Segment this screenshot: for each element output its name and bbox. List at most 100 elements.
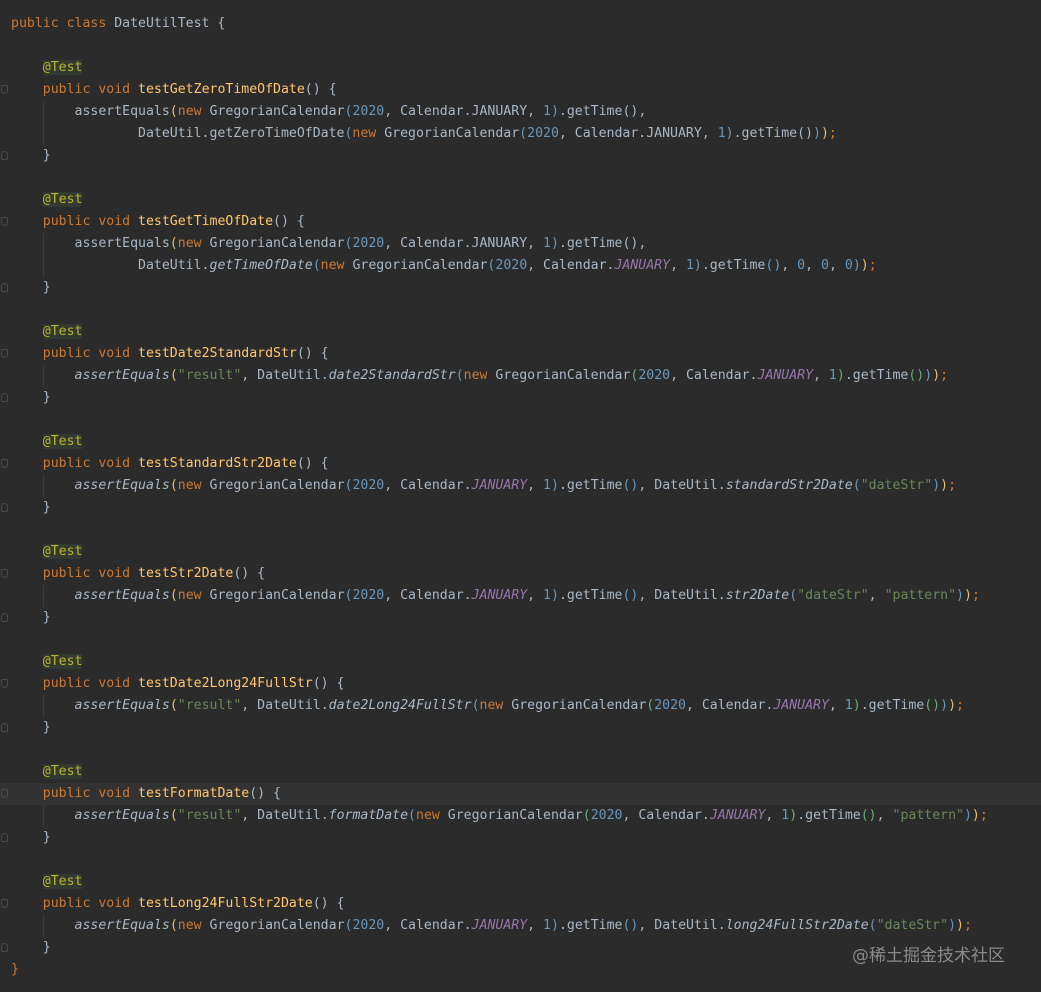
fold-toggle-icon[interactable]	[1, 503, 8, 512]
code-token-string: "result"	[177, 808, 242, 823]
fold-toggle-icon[interactable]	[1, 833, 8, 842]
code-line[interactable]: assertEquals(new GregorianCalendar(2020,…	[0, 915, 1041, 937]
code-token-string: "dateStr"	[797, 588, 869, 603]
fold-toggle-icon[interactable]	[1, 789, 8, 798]
code-line[interactable]	[0, 519, 1041, 541]
code-token-static-method: assertEquals	[74, 808, 170, 823]
code-line[interactable]: @Test	[0, 761, 1041, 783]
code-token-plain: , Calendar.	[527, 258, 615, 273]
code-token-paren2: )	[551, 918, 559, 933]
fold-toggle-icon[interactable]	[1, 723, 8, 732]
code-token-paren2: (	[471, 698, 480, 713]
code-token-keyword: new	[177, 236, 210, 251]
code-token-plain: GregorianCalendar	[209, 236, 345, 251]
code-text: public void testFormatDate() {	[11, 783, 281, 805]
code-line[interactable]	[0, 167, 1041, 189]
code-line[interactable]: DateUtil.getTimeOfDate(new GregorianCale…	[0, 255, 1041, 277]
code-token-plain: () {	[249, 786, 281, 801]
code-line[interactable]: @Test	[0, 871, 1041, 893]
code-line[interactable]	[0, 409, 1041, 431]
code-token-plain: ,	[828, 258, 845, 273]
code-token-plain: ,	[805, 258, 822, 273]
code-token-plain: , DateUtil.	[241, 808, 329, 823]
code-line[interactable]: assertEquals(new GregorianCalendar(2020,…	[0, 101, 1041, 123]
code-line[interactable]	[0, 739, 1041, 761]
code-text: }	[11, 145, 51, 167]
code-line[interactable]: assertEquals("result", DateUtil.date2Sta…	[0, 365, 1041, 387]
code-line[interactable]: @Test	[0, 321, 1041, 343]
code-line[interactable]: public void testGetTimeOfDate() {	[0, 211, 1041, 233]
fold-toggle-icon[interactable]	[1, 393, 8, 402]
code-line[interactable]: }	[0, 827, 1041, 849]
code-line[interactable]: assertEquals("result", DateUtil.date2Lon…	[0, 695, 1041, 717]
code-text: public class DateUtilTest {	[11, 13, 225, 35]
code-token-whitespace	[11, 896, 43, 911]
code-token-whitespace	[11, 214, 43, 229]
code-line[interactable]	[0, 849, 1041, 871]
code-line[interactable]: public class DateUtilTest {	[0, 13, 1041, 35]
code-line[interactable]: @Test	[0, 431, 1041, 453]
code-token-paren2: )	[852, 258, 861, 273]
fold-toggle-icon[interactable]	[1, 459, 8, 468]
code-token-paren3: ()	[860, 808, 877, 823]
code-token-plain: .getTime()	[733, 126, 813, 141]
code-line[interactable]: public void testDate2Long24FullStr() {	[0, 673, 1041, 695]
code-line[interactable]: public void testLong24FullStr2Date() {	[0, 893, 1041, 915]
code-token-plain: GregorianCalendar	[209, 104, 345, 119]
code-line[interactable]: assertEquals("result", DateUtil.formatDa…	[0, 805, 1041, 827]
code-token-keyword: public void	[42, 82, 139, 97]
fold-toggle-icon[interactable]	[1, 943, 8, 952]
code-line[interactable]: public void testStandardStr2Date() {	[0, 453, 1041, 475]
fold-toggle-icon[interactable]	[1, 283, 8, 292]
code-line[interactable]	[0, 299, 1041, 321]
code-token-plain: assertEquals	[11, 236, 170, 251]
code-line[interactable]: @Test	[0, 541, 1041, 563]
fold-toggle-icon[interactable]	[1, 217, 8, 226]
code-token-paren1: (	[169, 104, 178, 119]
code-token-plain: ,	[765, 808, 782, 823]
fold-toggle-icon[interactable]	[1, 899, 8, 908]
code-token-plain: }	[11, 280, 51, 295]
code-line[interactable]: public void testStr2Date() {	[0, 563, 1041, 585]
fold-toggle-icon[interactable]	[1, 569, 8, 578]
code-token-paren1: )	[963, 588, 972, 603]
code-line[interactable]: assertEquals(new GregorianCalendar(2020,…	[0, 475, 1041, 497]
code-line[interactable]	[0, 35, 1041, 57]
code-text: assertEquals("result", DateUtil.formatDa…	[11, 805, 988, 827]
code-text: }	[11, 277, 51, 299]
code-line[interactable]	[0, 629, 1041, 651]
code-line[interactable]: }	[0, 145, 1041, 167]
fold-toggle-icon[interactable]	[1, 85, 8, 94]
code-line[interactable]: public void testFormatDate() {	[0, 783, 1041, 805]
code-line[interactable]: assertEquals(new GregorianCalendar(2020,…	[0, 233, 1041, 255]
indent-guide	[43, 695, 44, 717]
code-line[interactable]: public void testGetZeroTimeOfDate() {	[0, 79, 1041, 101]
code-line[interactable]: }	[0, 607, 1041, 629]
code-editor[interactable]: public class DateUtilTest { @Test public…	[0, 0, 1041, 992]
code-token-annotation: @Test	[42, 324, 83, 339]
code-token-plain: , Calendar.JANUARY,	[384, 104, 544, 119]
fold-toggle-icon[interactable]	[1, 613, 8, 622]
code-line[interactable]: assertEquals(new GregorianCalendar(2020,…	[0, 585, 1041, 607]
fold-toggle-icon[interactable]	[1, 679, 8, 688]
code-token-static-method: date2Long24FullStr	[328, 698, 472, 713]
code-line[interactable]: }	[0, 277, 1041, 299]
code-token-paren2: )	[963, 808, 972, 823]
fold-toggle-icon[interactable]	[1, 349, 8, 358]
code-token-plain: ,	[670, 258, 686, 273]
code-line[interactable]: @Test	[0, 651, 1041, 673]
fold-toggle-icon[interactable]	[1, 151, 8, 160]
code-line[interactable]: }	[0, 497, 1041, 519]
code-line[interactable]: @Test	[0, 189, 1041, 211]
code-token-paren2: )	[550, 104, 559, 119]
code-line[interactable]: @Test	[0, 57, 1041, 79]
code-line[interactable]: DateUtil.getZeroTimeOfDate (new Gregorian…	[0, 123, 1041, 145]
code-token-whitespace	[11, 676, 43, 691]
code-line[interactable]: }	[0, 717, 1041, 739]
code-token-keyword: new	[463, 368, 496, 383]
code-text: @Test	[11, 321, 83, 343]
code-token-paren2: (	[868, 918, 877, 933]
code-token-keyword: new	[320, 258, 353, 273]
code-line[interactable]: }	[0, 387, 1041, 409]
code-line[interactable]: public void testDate2StandardStr() {	[0, 343, 1041, 365]
